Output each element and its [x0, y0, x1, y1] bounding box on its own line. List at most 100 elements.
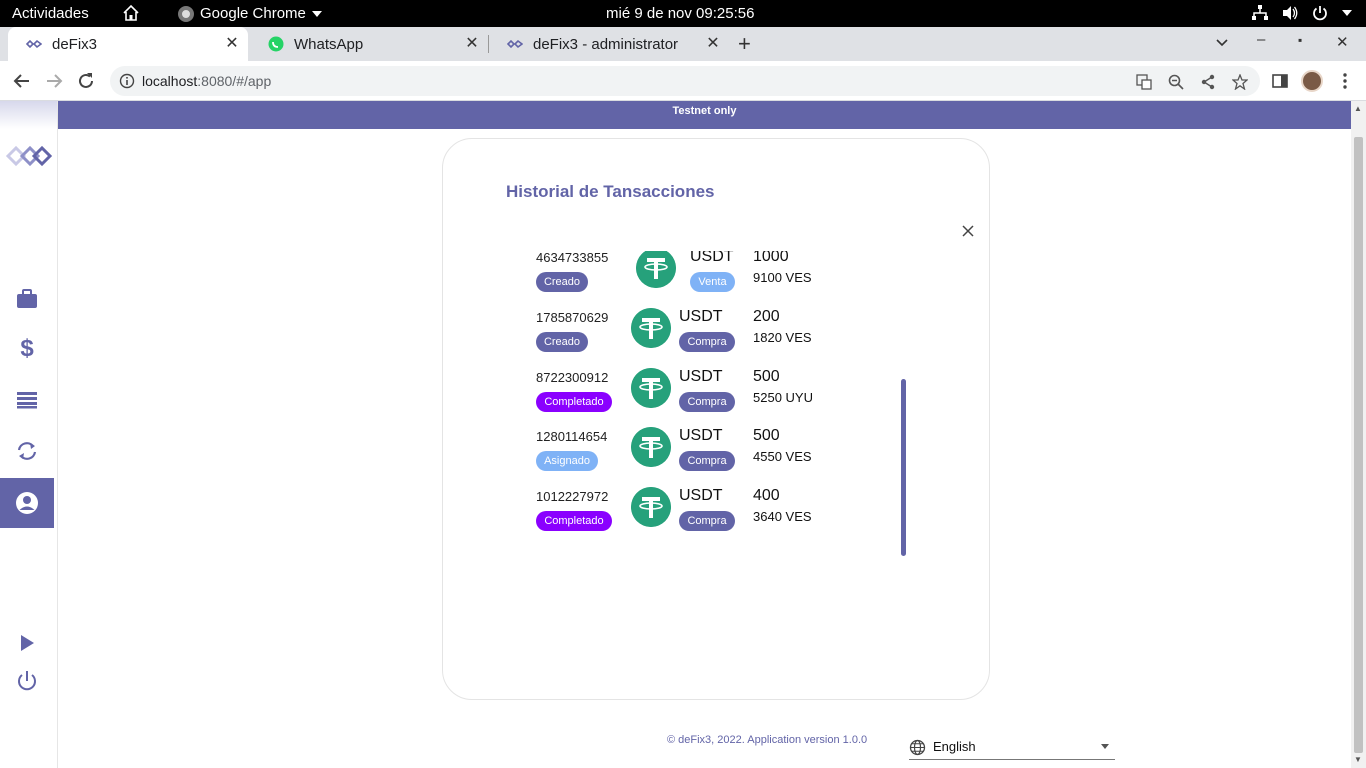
address-bar[interactable]: localhost:8080/#/app [110, 66, 1260, 96]
list-scrollbar[interactable] [901, 379, 906, 556]
asset-symbol: USDT [679, 308, 723, 325]
home-icon[interactable] [122, 4, 140, 22]
language-select[interactable]: English [909, 737, 1115, 760]
side-panel-icon[interactable] [1271, 72, 1289, 90]
asset-symbol: USDT [679, 427, 723, 444]
type-badge: Venta [690, 272, 735, 292]
sidebar-item-logout[interactable] [0, 656, 54, 706]
tab-defix3-admin[interactable]: deFix3 - administrator ✕ [489, 27, 729, 61]
chevron-down-icon [311, 10, 322, 17]
transaction-list: 4634733855 Creado USDT Venta 1000 9100 VES 178… [536, 251, 846, 551]
zoom-icon[interactable] [1168, 74, 1184, 90]
forward-icon[interactable] [44, 71, 64, 91]
close-icon[interactable] [960, 223, 976, 239]
tether-icon [631, 487, 671, 527]
site-info-icon[interactable] [119, 73, 135, 89]
fiat-amount: 3640 VES [753, 509, 812, 524]
tab-label: deFix3 - administrator [533, 35, 679, 53]
bookmark-star-icon[interactable] [1232, 74, 1248, 90]
transaction-id: 1785870629 [536, 310, 609, 325]
share-icon[interactable] [1200, 74, 1216, 90]
transaction-row[interactable]: 4634733855 Creado USDT Venta 1000 9100 VES [536, 251, 846, 298]
account-circle-icon [16, 492, 38, 514]
transaction-row[interactable]: 1012227972 Completado USDT Compra 400 3640 VE… [536, 487, 846, 537]
status-badge: Asignado [536, 451, 598, 471]
page-scrollbar[interactable]: ▲ ▼ [1351, 101, 1366, 768]
fiat-amount: 1820 VES [753, 330, 812, 345]
chevron-down-icon [1342, 10, 1352, 16]
power-icon [18, 671, 36, 691]
footer-copyright: © deFix3, 2022. Application version 1.0.… [667, 734, 868, 746]
defix-icon [507, 36, 523, 52]
language-value: English [933, 739, 976, 754]
browser-toolbar: localhost:8080/#/app [0, 61, 1366, 101]
type-badge: Compra [679, 392, 735, 412]
fiat-amount: 9100 VES [753, 270, 812, 285]
transaction-id: 1012227972 [536, 489, 609, 504]
asset-symbol: USDT [679, 368, 723, 385]
close-window-icon[interactable]: ✕ [1336, 33, 1349, 51]
close-tab-icon[interactable]: ✕ [224, 36, 240, 52]
briefcase-icon [17, 289, 37, 308]
transaction-row[interactable]: 1280114654 Asignado USDT Compra 500 4550 VES [536, 427, 846, 477]
app-menu[interactable]: Google Chrome [178, 5, 322, 22]
fiat-amount: 4550 VES [753, 449, 812, 464]
clock[interactable]: mié 9 de nov 09:25:56 [606, 5, 754, 22]
sidebar-item-wallet[interactable] [0, 274, 54, 324]
amount: 200 [753, 308, 780, 325]
amount: 400 [753, 487, 780, 504]
page-title: Historial de Tansacciones [506, 182, 715, 201]
minimize-icon[interactable]: – [1257, 31, 1265, 48]
profile-avatar[interactable] [1301, 70, 1323, 92]
translate-icon[interactable] [1136, 74, 1152, 90]
transaction-id: 8722300912 [536, 370, 609, 385]
amount: 500 [753, 368, 780, 385]
whatsapp-icon [268, 36, 284, 52]
tether-icon [631, 308, 671, 348]
sidebar-item-swap[interactable] [0, 426, 54, 476]
maximize-icon[interactable]: ▪ [1298, 33, 1302, 47]
new-tab-icon[interactable]: + [738, 31, 751, 57]
transaction-row[interactable]: 1785870629 Creado USDT Compra 200 1820 VES [536, 308, 846, 358]
scrollbar-thumb[interactable] [1354, 137, 1363, 753]
status-badge: Creado [536, 272, 588, 292]
volume-icon [1283, 6, 1298, 20]
play-icon [21, 635, 34, 651]
sidebar-item-dollar[interactable]: $ [0, 324, 54, 374]
list-icon [17, 392, 37, 409]
type-badge: Compra [679, 332, 735, 352]
system-top-bar: Actividades Google Chrome mié 9 de nov 0… [0, 0, 1366, 27]
transaction-id: 1280114654 [536, 429, 608, 444]
status-badge: Completado [536, 511, 612, 531]
refresh-icon [17, 442, 37, 460]
fiat-amount: 5250 UYU [753, 390, 813, 405]
tab-label: deFix3 [52, 35, 98, 53]
close-tab-icon[interactable]: ✕ [705, 36, 721, 52]
url-text: localhost:8080/#/app [142, 73, 272, 89]
status-badge: Completado [536, 392, 612, 412]
transaction-history-card: Historial de Tansacciones 4634733855 Crea… [442, 138, 990, 700]
tether-icon [631, 427, 671, 467]
activities-button[interactable]: Actividades [12, 5, 89, 22]
sidebar-item-list[interactable] [0, 375, 54, 425]
back-icon[interactable] [12, 71, 32, 91]
tab-defix3[interactable]: deFix3 ✕ [8, 27, 248, 61]
reload-icon[interactable] [76, 71, 96, 91]
sidebar-item-profile[interactable] [0, 478, 54, 528]
tether-icon [631, 368, 671, 408]
network-icon [1252, 5, 1268, 20]
defix-icon [26, 36, 42, 52]
status-badge: Creado [536, 332, 588, 352]
transaction-id: 4634733855 [536, 251, 609, 265]
more-menu-icon[interactable] [1336, 72, 1354, 90]
globe-icon [909, 739, 926, 756]
tab-whatsapp[interactable]: WhatsApp ✕ [250, 27, 488, 61]
asset-symbol: USDT [690, 251, 734, 265]
type-badge: Compra [679, 451, 735, 471]
defix-logo [6, 145, 52, 167]
tab-search-icon[interactable] [1216, 39, 1228, 47]
transaction-row[interactable]: 8722300912 Completado USDT Compra 500 5250 UY… [536, 368, 846, 418]
close-tab-icon[interactable]: ✕ [464, 36, 480, 52]
system-status-menu[interactable] [1252, 5, 1352, 21]
app-menu-label: Google Chrome [200, 5, 306, 22]
